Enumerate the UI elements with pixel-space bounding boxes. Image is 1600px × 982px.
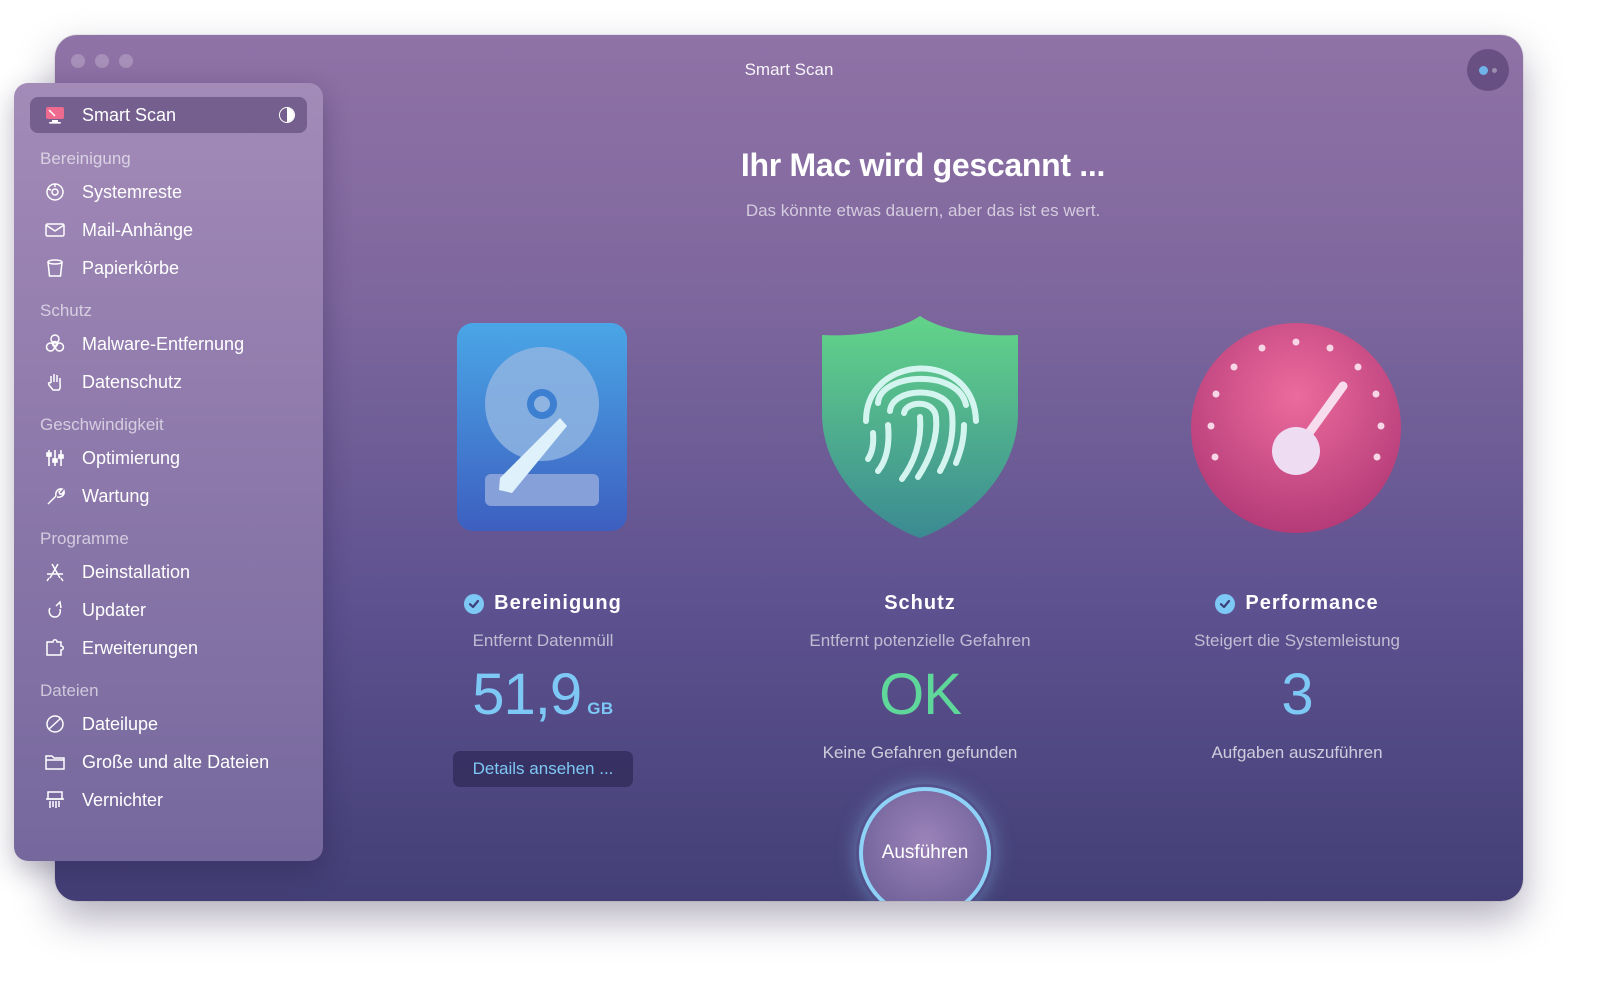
window-title: Smart Scan <box>744 60 834 79</box>
sidebar-item-label: Deinstallation <box>82 561 191 582</box>
module-subtitle: Steigert die Systemleistung <box>1194 631 1400 650</box>
sidebar-item-label: Papierkörbe <box>82 257 180 278</box>
module-title: Bereinigung <box>494 592 622 614</box>
sidebar-item-label: Erweiterungen <box>82 637 199 658</box>
sidebar-group-protection: Schutz <box>40 301 92 320</box>
update-arrow-icon <box>42 597 68 623</box>
space-lens-icon <box>42 711 68 737</box>
biohazard-icon <box>42 331 68 357</box>
module-subtitle: Entfernt potenzielle Gefahren <box>809 631 1031 650</box>
sidebar-item-label: Mail-Anhänge <box>82 219 194 240</box>
sidebar-item-papierkoerbe[interactable]: Papierkörbe <box>30 250 307 286</box>
module-value: 3 <box>1281 662 1313 727</box>
sidebar-item-grosse-alte-dateien[interactable]: Große und alte Dateien <box>30 744 307 780</box>
sidebar-item-optimierung[interactable]: Optimierung <box>30 440 307 476</box>
page-title: Ihr Mac wird gescannt ... <box>740 147 1106 183</box>
sidebar-item-label: Systemreste <box>82 181 183 202</box>
sidebar-item-deinstallation[interactable]: Deinstallation <box>30 554 307 590</box>
sidebar-item-datenschutz[interactable]: Datenschutz <box>30 364 307 400</box>
sidebar-item-label: Updater <box>82 599 147 620</box>
progress-half-icon <box>279 107 295 123</box>
sidebar-group-apps: Programme <box>40 529 129 548</box>
shredder-icon <box>42 787 68 813</box>
sidebar-item-label: Dateilupe <box>82 713 159 734</box>
assistant-icon <box>1479 65 1488 75</box>
module-title: Performance <box>1245 592 1379 614</box>
sidebar-item-smart-scan[interactable]: Smart Scan <box>30 97 307 133</box>
run-button[interactable]: Ausführen <box>859 787 991 901</box>
sidebar-item-label: Datenschutz <box>82 371 183 392</box>
puzzle-icon <box>42 635 68 661</box>
sidebar-item-malware-entfernung[interactable]: Malware-Entfernung <box>30 326 307 362</box>
sidebar-item-vernichter[interactable]: Vernichter <box>30 782 307 818</box>
sidebar-item-erweiterungen[interactable]: Erweiterungen <box>30 630 307 666</box>
assistant-button[interactable] <box>1467 49 1509 91</box>
sidebar-item-systemreste[interactable]: Systemreste <box>30 174 307 210</box>
module-value: 51,9 GB <box>472 662 614 727</box>
mail-icon <box>42 217 68 243</box>
module-note: Aufgaben auszuführen <box>1211 743 1383 762</box>
module-protection: Schutz Entfernt potenzielle Gefahren OK … <box>750 592 1090 763</box>
sliders-icon <box>42 445 68 471</box>
sidebar-group-files: Dateien <box>40 681 99 700</box>
sidebar-item-mail-anhaenge[interactable]: Mail-Anhänge <box>30 212 307 248</box>
module-cleanup: Bereinigung Entfernt Datenmüll 51,9 GB De… <box>373 592 713 787</box>
folder-icon <box>42 749 68 775</box>
hard-drive-icon <box>457 323 627 531</box>
sidebar-group-cleanup: Bereinigung <box>40 149 131 168</box>
trash-icon <box>42 255 68 281</box>
sidebar: Smart Scan Bereinigung Systemreste Mail-… <box>14 83 323 861</box>
sidebar-item-updater[interactable]: Updater <box>30 592 307 628</box>
checkmark-icon <box>464 593 485 614</box>
sidebar-item-label: Optimierung <box>82 447 181 468</box>
module-performance: Performance Steigert die Systemleistung … <box>1127 592 1467 763</box>
sidebar-group-speed: Geschwindigkeit <box>40 415 164 434</box>
module-subtitle: Entfernt Datenmüll <box>472 631 614 650</box>
checkmark-icon <box>1215 593 1236 614</box>
sidebar-item-wartung[interactable]: Wartung <box>30 478 307 514</box>
details-button[interactable]: Details ansehen ... <box>452 751 634 787</box>
app-store-icon <box>42 559 68 585</box>
monitor-icon <box>42 102 68 128</box>
module-note: Keine Gefahren gefunden <box>822 743 1018 762</box>
page-subtitle: Das könnte etwas dauern, aber das ist es… <box>745 201 1101 220</box>
sidebar-item-label: Große und alte Dateien <box>82 751 270 772</box>
sidebar-item-label: Vernichter <box>82 789 164 810</box>
module-unit: GB <box>587 699 614 718</box>
wrench-icon <box>42 483 68 509</box>
module-value: OK <box>879 662 962 727</box>
sidebar-item-dateilupe[interactable]: Dateilupe <box>30 706 307 742</box>
sidebar-item-label: Wartung <box>82 485 150 506</box>
speedometer-icon <box>1191 323 1401 533</box>
sidebar-item-label: Malware-Entfernung <box>82 333 245 354</box>
shield-fingerprint-icon <box>822 316 1018 538</box>
system-junk-icon <box>42 179 68 205</box>
module-title: Schutz <box>884 592 956 614</box>
sidebar-item-label: Smart Scan <box>82 104 177 125</box>
hand-icon <box>42 369 68 395</box>
